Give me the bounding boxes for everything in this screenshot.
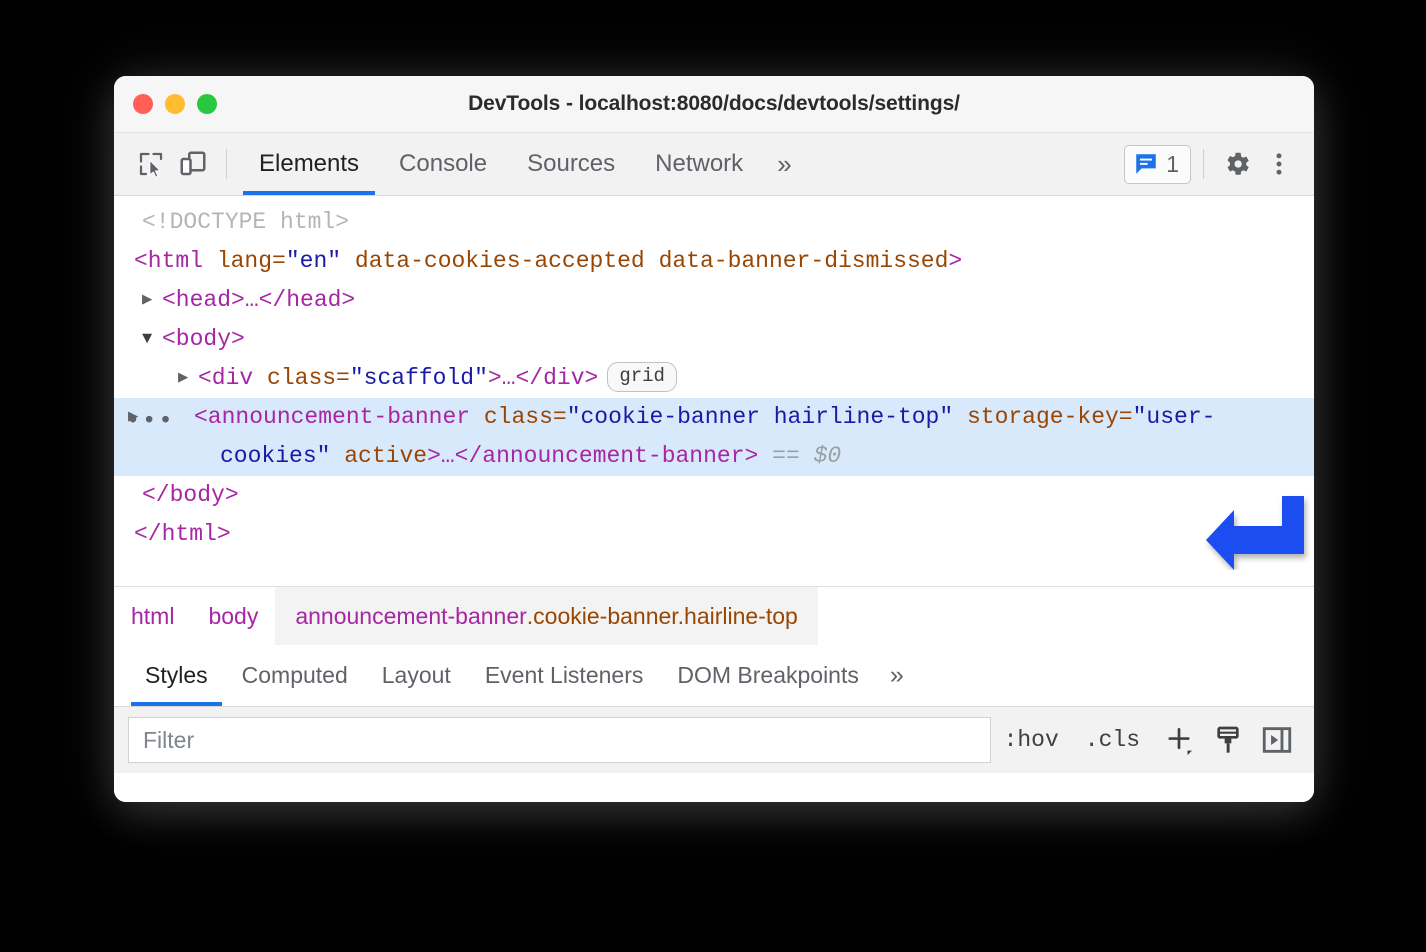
breadcrumb-body-label: body	[208, 603, 258, 630]
inspect-element-icon[interactable]	[130, 143, 172, 185]
tab-layout-label: Layout	[382, 662, 451, 689]
dom-tree[interactable]: <!DOCTYPE html> <html lang="en" data-coo…	[114, 196, 1314, 586]
html-lang-attr-value: "en"	[286, 248, 341, 274]
html-open-tag: <html	[134, 248, 203, 274]
more-panels-icon[interactable]: »	[763, 151, 805, 177]
filter-input[interactable]: Filter	[128, 717, 991, 763]
dom-row-announcement-banner[interactable]: ••• ▶<announcement-banner class="cookie-…	[114, 398, 1314, 476]
filter-placeholder: Filter	[143, 727, 194, 754]
close-window-button[interactable]	[133, 94, 153, 114]
scaffold-tag-rest: >…</div>	[488, 365, 598, 391]
tab-network-label: Network	[655, 150, 743, 178]
dom-row-html-close[interactable]: </html>	[114, 515, 1314, 554]
tab-event-listeners-label: Event Listeners	[485, 662, 644, 689]
collapse-body-triangle-icon[interactable]: ▼	[142, 320, 162, 359]
scaffold-tag: <div	[198, 365, 253, 391]
doctype-text: <!DOCTYPE html>	[142, 209, 349, 235]
maximize-window-button[interactable]	[197, 94, 217, 114]
html-banner-attr-name: data-banner-dismissed	[659, 248, 949, 274]
devtools-window: DevTools - localhost:8080/docs/devtools/…	[114, 76, 1314, 802]
tab-computed-label: Computed	[242, 662, 348, 689]
tab-network[interactable]: Network	[635, 133, 763, 195]
body-open-tag: <body>	[162, 326, 245, 352]
banner-class-attr-value: "cookie-banner hairline-top"	[567, 404, 953, 430]
issues-badge[interactable]: 1	[1124, 145, 1191, 184]
cls-button[interactable]: .cls	[1072, 727, 1153, 753]
scaffold-class-attr-value: "scaffold"	[350, 365, 488, 391]
banner-close-tag: >…</announcement-banner>	[427, 443, 758, 469]
toolbar-divider-right	[1203, 149, 1204, 179]
banner-active-attr-name: active	[344, 443, 427, 469]
tab-event-listeners[interactable]: Event Listeners	[468, 645, 661, 706]
tab-styles-label: Styles	[145, 662, 208, 689]
toolbar-divider	[226, 149, 227, 179]
toggle-sidebar-icon[interactable]	[1254, 717, 1300, 763]
dom-row-head[interactable]: ▶<head>…</head>	[114, 281, 1314, 320]
issues-message-icon	[1133, 151, 1159, 177]
gear-icon[interactable]	[1216, 143, 1258, 185]
tab-layout[interactable]: Layout	[365, 645, 468, 706]
breadcrumb-item-announcement-banner[interactable]: announcement-banner.cookie-banner.hairli…	[275, 587, 818, 645]
more-sidebar-tabs-icon[interactable]: »	[876, 663, 918, 688]
body-close-tag: </body>	[142, 482, 239, 508]
tab-styles[interactable]: Styles	[128, 645, 225, 706]
breadcrumb: html body announcement-banner.cookie-ban…	[114, 586, 1314, 645]
window-controls[interactable]	[133, 94, 217, 114]
html-open-close-bracket: >	[948, 248, 962, 274]
tab-computed[interactable]: Computed	[225, 645, 365, 706]
screenshot-stage: DevTools - localhost:8080/docs/devtools/…	[0, 0, 1426, 952]
breadcrumb-banner-classes: .cookie-banner.hairline-top	[527, 603, 798, 630]
banner-storage-key-attr-name: storage-key	[967, 404, 1119, 430]
dom-row-html[interactable]: <html lang="en" data-cookies-accepted da…	[114, 242, 1314, 281]
scaffold-class-attr-name: class	[267, 365, 336, 391]
breadcrumb-banner-label: announcement-banner	[295, 603, 526, 630]
dom-row-body[interactable]: ▼<body>	[114, 320, 1314, 359]
hov-button[interactable]: :hov	[991, 727, 1072, 753]
tab-console[interactable]: Console	[379, 133, 507, 195]
styles-sidebar-tab-list: Styles Computed Layout Event Listeners D…	[114, 645, 1314, 707]
expand-head-triangle-icon[interactable]: ▶	[142, 281, 162, 320]
html-cookies-attr-name: data-cookies-accepted	[355, 248, 645, 274]
minimize-window-button[interactable]	[165, 94, 185, 114]
tab-console-label: Console	[399, 150, 487, 178]
plus-new-style-rule-icon[interactable]	[1156, 717, 1202, 763]
row-options-dots-icon[interactable]: •••	[126, 402, 175, 441]
breadcrumb-item-body[interactable]: body	[191, 587, 275, 645]
tab-dom-breakpoints[interactable]: DOM Breakpoints	[660, 645, 876, 706]
selected-dollar-zero: $0	[814, 443, 842, 469]
selected-equals: ==	[772, 443, 800, 469]
tab-sources[interactable]: Sources	[507, 133, 635, 195]
device-toolbar-icon[interactable]	[172, 143, 214, 185]
html-lang-attr-name: lang	[217, 248, 272, 274]
tab-elements-label: Elements	[259, 150, 359, 178]
expand-scaffold-triangle-icon[interactable]: ▶	[178, 359, 198, 398]
announcement-banner-tag: <announcement-banner	[194, 404, 470, 430]
html-close-tag: </html>	[134, 521, 231, 547]
issues-count: 1	[1166, 151, 1179, 178]
grid-badge[interactable]: grid	[607, 362, 677, 392]
tab-dom-breakpoints-label: DOM Breakpoints	[677, 662, 859, 689]
devtools-window-inner: DevTools - localhost:8080/docs/devtools/…	[114, 76, 1314, 802]
expand-announcement-banner-triangle-icon[interactable]: ▶	[174, 398, 194, 437]
tab-sources-label: Sources	[527, 150, 615, 178]
styles-filter-bar: Filter :hov .cls	[114, 707, 1314, 773]
paint-brush-icon[interactable]	[1205, 717, 1251, 763]
devtools-main-toolbar: Elements Console Sources Network »	[114, 133, 1314, 196]
tab-elements[interactable]: Elements	[239, 133, 379, 195]
window-title: DevTools - localhost:8080/docs/devtools/…	[114, 92, 1314, 116]
head-node-label: <head>…</head>	[162, 287, 355, 313]
dom-row-body-close[interactable]: </body>	[114, 476, 1314, 515]
banner-class-attr-name: class	[484, 404, 553, 430]
panel-tab-list: Elements Console Sources Network »	[239, 133, 806, 195]
dom-row-doctype[interactable]: <!DOCTYPE html>	[114, 203, 1314, 242]
three-dot-menu-icon[interactable]	[1258, 143, 1300, 185]
breadcrumb-html-label: html	[131, 603, 174, 630]
window-titlebar: DevTools - localhost:8080/docs/devtools/…	[114, 76, 1314, 133]
dom-row-scaffold[interactable]: ▶<div class="scaffold">…</div>grid	[114, 359, 1314, 398]
breadcrumb-item-html[interactable]: html	[114, 587, 191, 645]
